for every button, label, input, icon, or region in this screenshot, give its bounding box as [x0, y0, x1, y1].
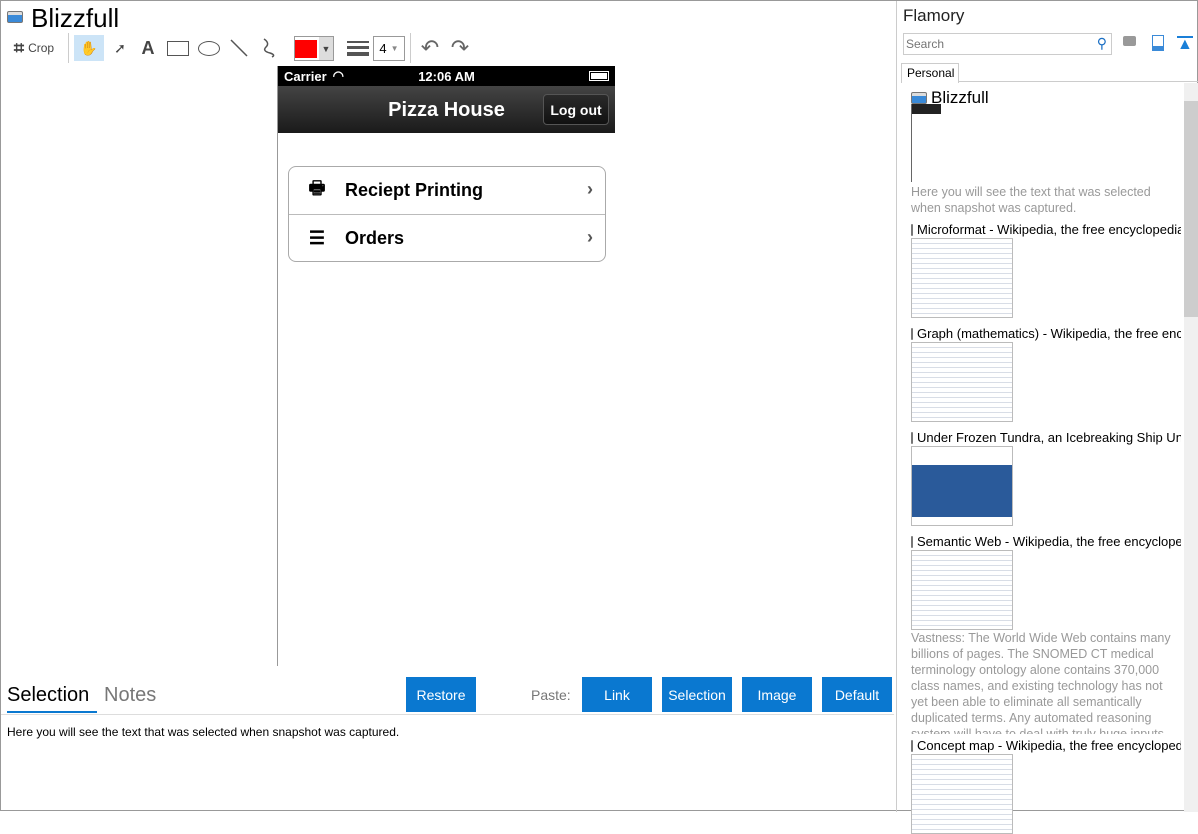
undo-button[interactable]: ↶: [417, 35, 443, 61]
list-item-title[interactable]: Microformat - Wikipedia, the free encycl…: [911, 222, 1181, 237]
divider: [68, 33, 69, 63]
window-title: Blizzfull: [31, 3, 120, 33]
page-icon: [911, 535, 913, 548]
text-tool-button[interactable]: A: [137, 35, 159, 61]
time-label: 12:06 AM: [418, 68, 475, 84]
page-icon: [911, 327, 913, 340]
row-label: Reciept Printing: [345, 180, 484, 200]
printer-icon: 🖶: [308, 177, 326, 198]
search-box[interactable]: ⚲: [903, 33, 1112, 55]
logout-button[interactable]: Log out: [543, 94, 609, 125]
snapshot-image: Carrier ◠ 12:06 AM Pizza House Log out 🖶…: [277, 66, 615, 666]
ellipse-tool-button[interactable]: [196, 35, 222, 61]
paste-label: Paste:: [531, 687, 571, 703]
hand-tool-button[interactable]: ✋: [74, 35, 104, 61]
crop-label: Crop: [28, 41, 55, 55]
restore-button[interactable]: Restore: [406, 677, 476, 712]
thumbnail[interactable]: [911, 342, 1013, 422]
list-icon: ☰: [308, 227, 326, 248]
text-icon: A: [141, 37, 155, 58]
color-swatch: [295, 39, 317, 58]
row-receipt-printing[interactable]: 🖶 Reciept Printing ›: [289, 167, 605, 214]
thumbnail[interactable]: [911, 238, 1013, 318]
document-icon[interactable]: [1152, 35, 1164, 51]
page-icon: [911, 739, 913, 752]
selection-text[interactable]: Here you will see the text that was sele…: [7, 725, 399, 739]
line-width-icon: [346, 35, 370, 61]
thumbnail[interactable]: [911, 550, 1013, 630]
redo-button[interactable]: ↷: [447, 35, 473, 61]
thumbnail[interactable]: [911, 754, 1013, 834]
row-orders[interactable]: ☰ Orders ›: [289, 214, 605, 261]
color-picker[interactable]: ▼: [294, 36, 334, 61]
pointer-icon: ➚: [114, 39, 126, 56]
tab-selection[interactable]: Selection: [7, 684, 97, 713]
row-label: Orders: [345, 227, 405, 248]
tab-personal[interactable]: Personal: [901, 63, 959, 83]
freehand-icon: [263, 38, 275, 58]
crop-icon: ⌗: [13, 37, 25, 58]
scrollbar-thumb[interactable]: [1184, 101, 1198, 317]
thumbnail[interactable]: [911, 104, 941, 182]
divider: [959, 81, 1198, 82]
battery-icon: [589, 71, 609, 81]
undo-icon: ↶: [420, 35, 440, 60]
line-icon: [230, 39, 248, 57]
list-item-title[interactable]: Under Frozen Tundra, an Icebreaking Ship…: [911, 430, 1181, 445]
line-tool-button[interactable]: [227, 35, 251, 61]
app-icon: [7, 11, 23, 23]
freehand-tool-button[interactable]: [257, 35, 281, 61]
crop-button[interactable]: ⌗ Crop: [7, 35, 61, 61]
redo-icon: ↷: [450, 35, 470, 60]
paste-image-button[interactable]: Image: [742, 677, 812, 712]
list-item-title[interactable]: Semantic Web - Wikipedia, the free encyc…: [911, 534, 1181, 549]
list-item-title[interactable]: Graph (mathematics) - Wikipedia, the fre…: [911, 326, 1181, 341]
thumbnail[interactable]: [911, 446, 1013, 526]
menu-table: 🖶 Reciept Printing › ☰ Orders ›: [288, 166, 606, 262]
nav-bar: Pizza House Log out: [278, 86, 615, 133]
paste-link-button[interactable]: Link: [582, 677, 652, 712]
flamory-sidebar: Flamory ⚲ ▲ Personal Blizzfull Here you …: [896, 1, 1198, 834]
paste-selection-button[interactable]: Selection: [662, 677, 732, 712]
hand-icon: ✋: [80, 39, 98, 56]
pointer-tool-button[interactable]: ➚: [108, 35, 132, 61]
ellipse-icon: [198, 40, 220, 56]
list-item-note: Vastness: The World Wide Web contains ma…: [911, 631, 1171, 734]
search-input[interactable]: [904, 34, 1084, 54]
chevron-right-icon: ›: [587, 179, 593, 199]
list-item-title[interactable]: Blizzfull: [911, 88, 1181, 108]
line-width-select[interactable]: 4 ▼: [373, 36, 405, 61]
collapse-icon[interactable]: ▲: [1177, 36, 1193, 53]
tab-notes[interactable]: Notes: [104, 684, 156, 707]
rectangle-tool-button[interactable]: [165, 35, 191, 61]
page-icon: [911, 223, 913, 236]
paste-default-button[interactable]: Default: [822, 677, 892, 712]
scrollbar[interactable]: [1184, 83, 1198, 812]
chevron-right-icon: ›: [587, 227, 593, 247]
line-width-value: 4: [379, 41, 387, 56]
sidebar-title: Flamory: [903, 6, 965, 25]
rectangle-icon: [167, 40, 189, 56]
list-item-note: Here you will see the text that was sele…: [911, 185, 1151, 215]
page-icon: [911, 92, 927, 104]
page-icon: [911, 431, 913, 444]
divider: [410, 33, 411, 63]
list-item-title[interactable]: Concept map - Wikipedia, the free encycl…: [911, 738, 1181, 753]
camera-icon[interactable]: [1123, 36, 1136, 46]
status-bar: Carrier ◠ 12:06 AM: [278, 66, 615, 86]
search-icon[interactable]: ⚲: [1097, 35, 1107, 52]
chevron-down-icon: ▼: [319, 37, 333, 60]
